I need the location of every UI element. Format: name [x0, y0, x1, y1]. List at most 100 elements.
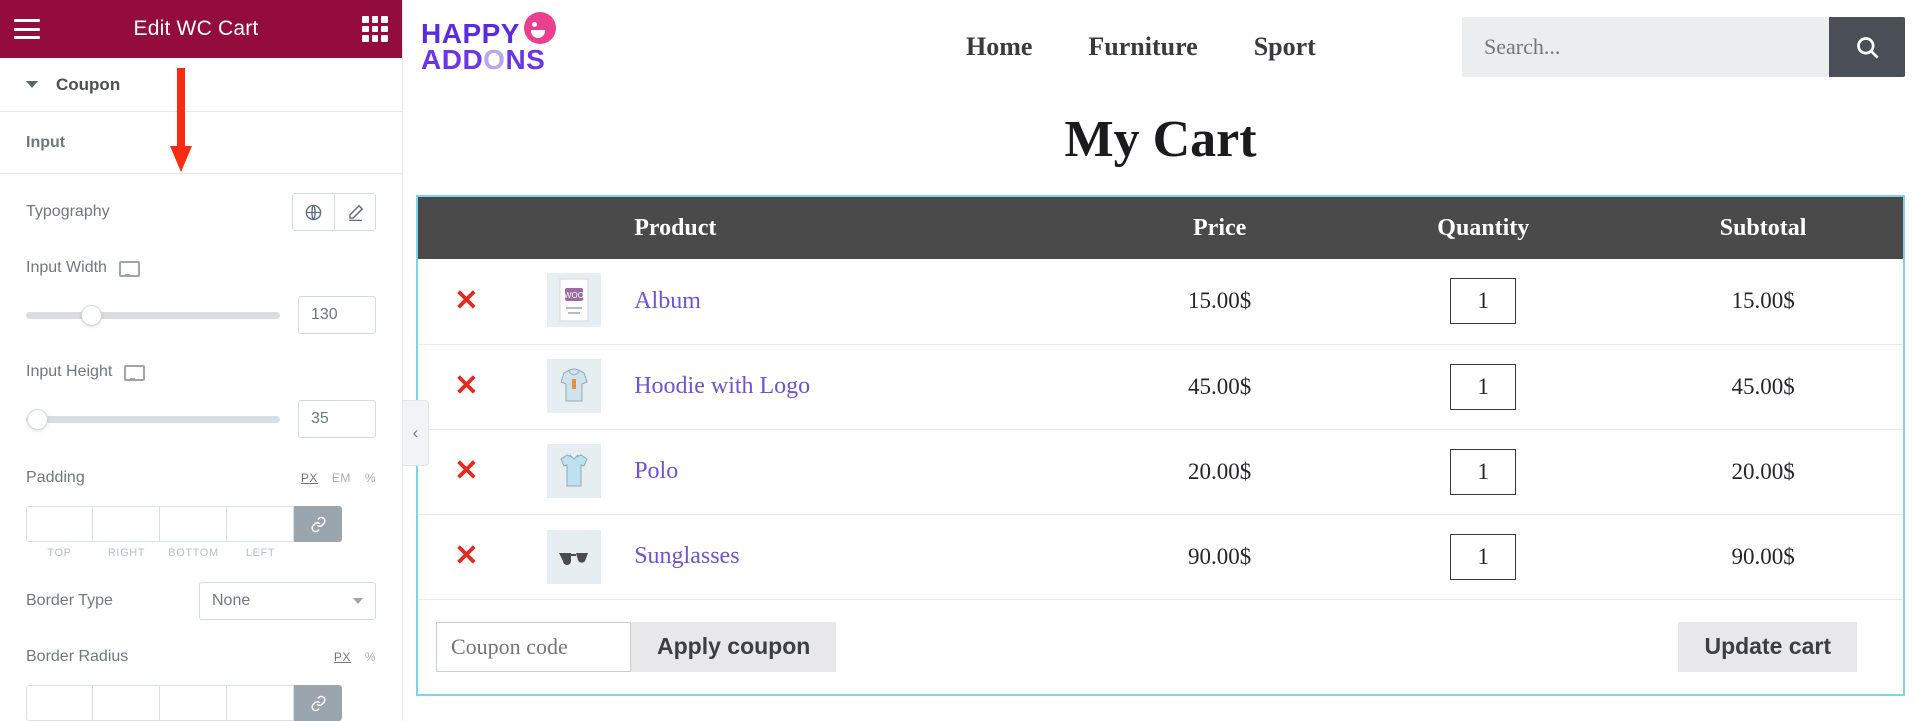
product-link[interactable]: Sunglasses	[634, 543, 739, 569]
control-border-type: Border Type None	[0, 581, 402, 621]
padding-unit-px[interactable]: PX	[301, 471, 318, 485]
update-cart-button[interactable]: Update cart	[1678, 621, 1857, 672]
section-coupon[interactable]: Coupon	[0, 58, 402, 112]
input-width-slider[interactable]	[26, 304, 280, 326]
control-typography: Typography	[0, 192, 402, 232]
logo-line2: ADDONS	[421, 44, 556, 75]
logo-line2-pre: ADD	[421, 44, 484, 75]
radius-left-input[interactable]	[227, 685, 294, 721]
radius-right-input[interactable]	[93, 685, 160, 721]
polo-thumb[interactable]	[547, 443, 602, 498]
product-subtotal: 20.00$	[1623, 429, 1903, 515]
border-radius-unit-px[interactable]: PX	[334, 650, 351, 664]
search-form	[1462, 17, 1905, 77]
search-button[interactable]	[1829, 17, 1905, 77]
panel-collapse-handle[interactable]: ‹	[403, 400, 429, 466]
product-subtotal: 15.00$	[1623, 259, 1903, 345]
slider-track	[26, 311, 280, 319]
grid-apps-icon[interactable]	[362, 16, 388, 42]
control-input-width: Input Width	[0, 248, 402, 288]
chevron-left-icon: ‹	[412, 423, 419, 442]
slider-knob[interactable]	[28, 409, 47, 429]
page-title: My Cart	[1064, 111, 1257, 168]
border-type-value: None	[212, 592, 251, 609]
border-type-select[interactable]: None	[199, 582, 376, 620]
padding-unit-percent[interactable]: %	[365, 471, 376, 485]
product-link[interactable]: Album	[634, 288, 701, 314]
padding-label-bottom: BOTTOM	[168, 547, 219, 559]
cart-container: Product Price Quantity Subtotal ✕ WOO Al…	[416, 195, 1905, 696]
chevron-down-icon	[26, 81, 38, 88]
input-height-slider-row: 35	[0, 392, 402, 438]
subsection-input: Input	[0, 112, 402, 174]
table-row: ✕ Hoodie with Logo 45.00$ 1 45.00$	[418, 344, 1903, 430]
nav-item-home[interactable]: Home	[966, 32, 1032, 62]
remove-item-button[interactable]: ✕	[454, 285, 478, 317]
control-padding: Padding PX EM %	[0, 458, 402, 498]
nav-item-furniture[interactable]: Furniture	[1088, 32, 1197, 62]
cart-table-body: ✕ WOO Album 15.00$ 1 15.00$ ✕ Hoodie wit…	[418, 259, 1903, 694]
quantity-input[interactable]	[1450, 278, 1517, 325]
product-price: 15.00$	[1095, 259, 1344, 345]
link-icon[interactable]	[294, 506, 342, 542]
padding-bottom-input[interactable]	[160, 506, 227, 542]
main-nav: Home Furniture Sport	[966, 32, 1316, 62]
slider-track	[26, 415, 280, 423]
control-input-height: Input Height	[0, 352, 402, 392]
quantity-input[interactable]	[1450, 533, 1517, 580]
radius-top-input[interactable]	[26, 685, 93, 721]
sunglasses-thumb[interactable]	[547, 529, 602, 584]
search-icon	[1856, 36, 1879, 59]
padding-label-left: LEFT	[245, 547, 276, 559]
table-row: ✕ WOO Album 15.00$ 1 15.00$	[418, 259, 1903, 345]
desktop-icon[interactable]	[124, 364, 146, 381]
cart-table: Product Price Quantity Subtotal ✕ WOO Al…	[418, 197, 1903, 694]
product-price: 45.00$	[1095, 344, 1344, 430]
border-radius-unit-percent[interactable]: %	[365, 650, 376, 664]
padding-units: PX EM %	[301, 471, 376, 485]
cart-header-row: Product Price Quantity Subtotal	[418, 197, 1903, 259]
globe-icon[interactable]	[293, 194, 334, 230]
site-logo[interactable]: HAPPY ADDONS	[416, 12, 556, 75]
input-width-text: Input Width	[26, 259, 107, 276]
input-width-label: Input Width	[26, 259, 140, 277]
cart-actions-row: Apply coupon Update cart	[418, 599, 1903, 694]
border-radius-label: Border Radius	[26, 648, 129, 665]
panel-title: Edit WC Cart	[133, 17, 259, 40]
quantity-input[interactable]	[1450, 448, 1517, 495]
remove-item-button[interactable]: ✕	[454, 370, 478, 402]
svg-text:WOO: WOO	[564, 291, 584, 300]
slider-knob[interactable]	[82, 305, 101, 325]
nav-item-sport[interactable]: Sport	[1254, 32, 1316, 62]
apply-coupon-button[interactable]: Apply coupon	[631, 621, 837, 672]
input-height-value[interactable]: 35	[298, 400, 376, 438]
subsection-title: Input	[26, 133, 66, 151]
radius-bottom-input[interactable]	[160, 685, 227, 721]
input-width-slider-row: 130	[0, 288, 402, 334]
padding-top-input[interactable]	[26, 506, 93, 542]
input-width-value[interactable]: 130	[298, 296, 376, 334]
padding-label-top: TOP	[47, 547, 72, 559]
product-subtotal: 90.00$	[1623, 514, 1903, 600]
product-link[interactable]: Polo	[634, 458, 678, 484]
link-icon[interactable]	[294, 685, 342, 721]
quantity-input[interactable]	[1450, 363, 1517, 410]
padding-unit-em[interactable]: EM	[332, 471, 351, 485]
desktop-icon[interactable]	[118, 260, 140, 277]
pencil-icon[interactable]	[334, 194, 375, 230]
hoodie-thumb[interactable]	[547, 358, 602, 413]
padding-right-input[interactable]	[93, 506, 160, 542]
input-height-slider[interactable]	[26, 408, 280, 430]
table-row: ✕ Polo 20.00$ 20.00$	[418, 429, 1903, 515]
padding-inputs	[0, 506, 402, 542]
coupon-code-input[interactable]	[436, 621, 631, 672]
search-input[interactable]	[1462, 17, 1829, 77]
product-link[interactable]: Hoodie with Logo	[634, 373, 810, 399]
album-thumb[interactable]: WOO	[547, 273, 602, 328]
remove-item-button[interactable]: ✕	[454, 455, 478, 487]
col-price: Price	[1095, 197, 1344, 259]
padding-left-input[interactable]	[227, 506, 294, 542]
remove-item-button[interactable]: ✕	[454, 540, 478, 572]
elementor-editor-screen: Edit WC Cart Coupon Input Typography Inp…	[0, 0, 1918, 721]
album-thumb-icon: WOO	[559, 278, 589, 322]
